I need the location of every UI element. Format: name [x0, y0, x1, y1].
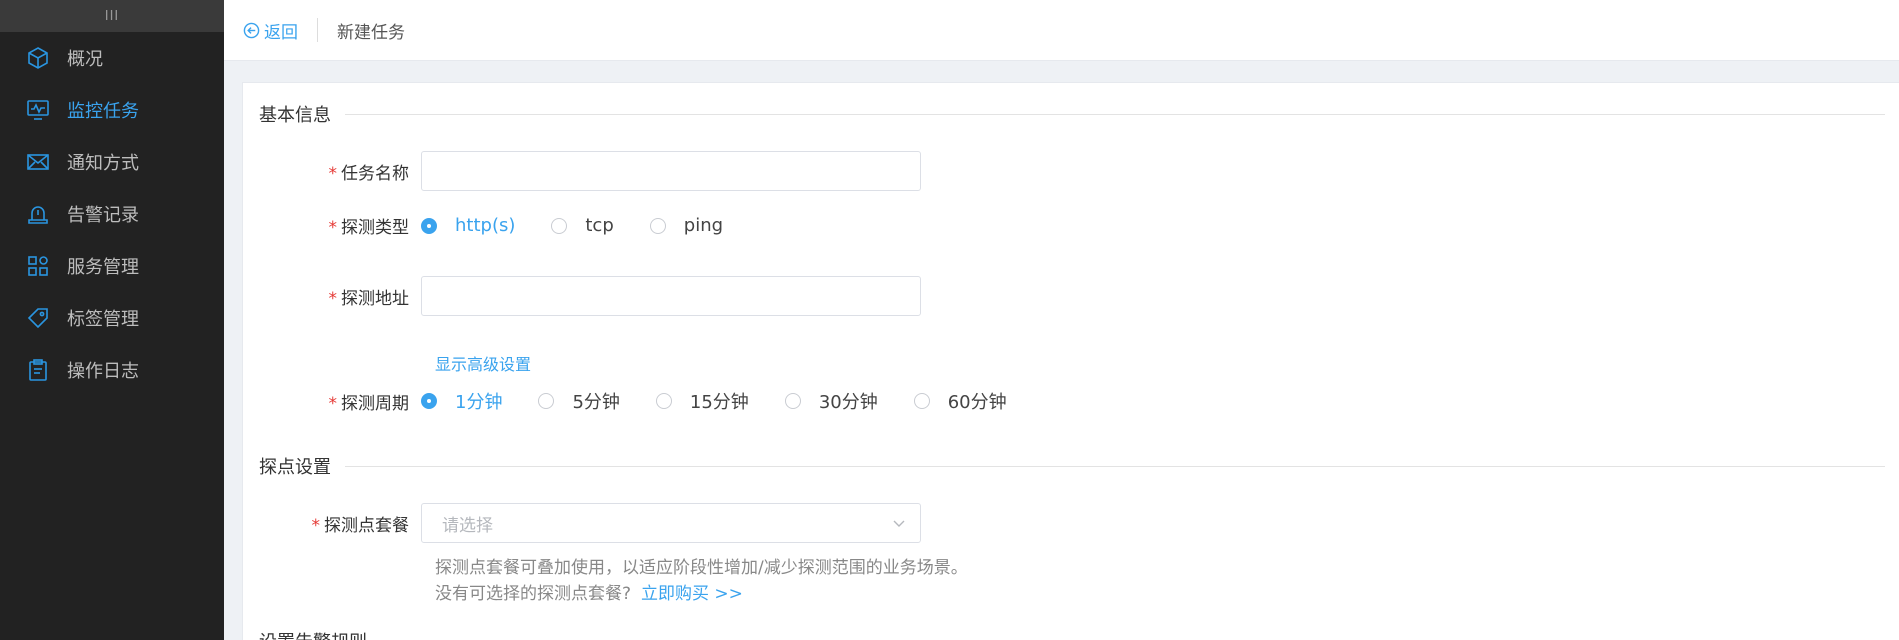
- task-name-label: * 任务名称: [328, 163, 410, 184]
- probe-type-radio-tcp[interactable]: tcp: [551, 215, 614, 236]
- probe-period-label: * 探测周期: [328, 393, 410, 414]
- top-bar: 返回 新建任务: [224, 0, 1899, 61]
- cube-icon: [25, 45, 51, 71]
- probe-type-label: * 探测类型: [328, 218, 410, 238]
- required-asterisk: *: [328, 163, 338, 184]
- topbar-divider: [317, 18, 318, 42]
- probe-package-help: 探测点套餐可叠加使用，以适应阶段性增加/减少探测范围的业务场景。: [435, 558, 968, 578]
- sidebar-item-monitor-tasks[interactable]: 监控任务: [0, 84, 224, 136]
- section-probe-settings: 探点设置: [259, 453, 1885, 479]
- tag-icon: [25, 305, 51, 331]
- section-divider: [345, 465, 1885, 467]
- sidebar-item-overview[interactable]: 概况: [0, 32, 224, 84]
- section-basic-info: 基本信息: [259, 101, 1885, 127]
- required-asterisk: *: [328, 393, 338, 414]
- probe-period-radio-5min[interactable]: 5分钟: [538, 388, 620, 414]
- probe-period-row: * 探测周期 1分钟 5分钟 15分钟 30分钟 60分钟: [243, 388, 1043, 414]
- back-label: 返回: [264, 22, 298, 43]
- section-divider: [345, 113, 1885, 115]
- sidebar-item-alarm-records[interactable]: 告警记录: [0, 188, 224, 240]
- section-title: 设置告警规则: [259, 628, 367, 640]
- probe-period-radio-30min[interactable]: 30分钟: [784, 388, 878, 414]
- probe-address-row: * 探测地址: [243, 276, 921, 316]
- sidebar-item-label: 告警记录: [67, 205, 139, 226]
- required-asterisk: *: [328, 288, 338, 309]
- sidebar-item-label: 通知方式: [67, 153, 139, 174]
- probe-period-radio-group: 1分钟 5分钟 15分钟 30分钟 60分钟: [421, 388, 1043, 414]
- radio-dot: [538, 393, 555, 409]
- sidebar-item-label: 服务管理: [67, 257, 139, 278]
- chevron-down-icon: [892, 516, 906, 530]
- probe-period-radio-60min[interactable]: 60分钟: [913, 388, 1007, 414]
- sidebar-item-service-management[interactable]: 服务管理: [0, 240, 224, 292]
- buy-now-link[interactable]: 立即购买 >>: [641, 584, 743, 604]
- alarm-icon: [25, 201, 51, 227]
- probe-type-row: * 探测类型 http(s) tcp ping: [243, 213, 759, 238]
- probe-package-select[interactable]: 请选择: [421, 503, 921, 543]
- sidebar-collapse-handle[interactable]: III: [0, 0, 224, 32]
- show-advanced-settings-link[interactable]: 显示高级设置: [435, 351, 531, 375]
- page-title: 新建任务: [337, 22, 405, 43]
- radio-dot: [784, 393, 801, 409]
- back-arrow-icon: [243, 22, 264, 39]
- probe-address-input[interactable]: [421, 276, 921, 316]
- sidebar-menu: 概况 监控任务 通知方式 告警记录 服务管理 标签管理 操作日志: [0, 32, 224, 396]
- sidebar: III 概况 监控任务 通知方式 告警记录 服务管理 标签管理 操作日志: [0, 0, 224, 640]
- probe-type-radio-ping[interactable]: ping: [649, 215, 723, 236]
- form-card: 基本信息 * 任务名称 * 探测类型 http(s) tcp ping * 探测地址 …: [242, 82, 1899, 640]
- section-title: 基本信息: [259, 105, 331, 126]
- sidebar-item-label: 标签管理: [67, 309, 139, 330]
- radio-dot: [551, 217, 568, 234]
- probe-package-label: * 探测点套餐: [311, 515, 410, 536]
- radio-dot: [913, 393, 930, 409]
- sidebar-item-operation-log[interactable]: 操作日志: [0, 344, 224, 396]
- probe-period-radio-1min[interactable]: 1分钟: [421, 388, 502, 414]
- sidebar-item-notification[interactable]: 通知方式: [0, 136, 224, 188]
- back-button[interactable]: 返回: [243, 18, 298, 43]
- grid-icon: [25, 253, 51, 279]
- task-name-row: * 任务名称: [243, 151, 921, 191]
- radio-dot: [421, 393, 437, 409]
- monitor-icon: [25, 97, 51, 123]
- envelope-icon: [25, 149, 51, 175]
- sidebar-item-tag-management[interactable]: 标签管理: [0, 292, 224, 344]
- sidebar-item-label: 监控任务: [67, 101, 139, 122]
- radio-dot: [655, 393, 672, 409]
- section-title: 探点设置: [259, 457, 331, 478]
- sidebar-item-label: 概况: [67, 49, 103, 70]
- probe-address-label: * 探测地址: [328, 288, 410, 309]
- clipboard-icon: [25, 357, 51, 383]
- task-name-input[interactable]: [421, 151, 921, 191]
- required-asterisk: *: [328, 218, 338, 238]
- probe-package-row: * 探测点套餐 请选择: [243, 503, 921, 543]
- select-placeholder: 请选择: [442, 515, 493, 536]
- no-package-hint: 没有可选择的探测点套餐? 立即购买 >>: [435, 584, 743, 604]
- probe-type-radio-https[interactable]: http(s): [421, 215, 515, 236]
- advanced-settings-row: 显示高级设置: [435, 351, 531, 375]
- sidebar-item-label: 操作日志: [67, 361, 139, 382]
- radio-dot: [649, 217, 666, 234]
- section-alarm-rules: 设置告警规则: [259, 628, 1885, 640]
- probe-period-radio-15min[interactable]: 15分钟: [655, 388, 749, 414]
- radio-dot: [421, 217, 437, 234]
- probe-type-radio-group: http(s) tcp ping: [421, 215, 759, 236]
- required-asterisk: *: [311, 515, 321, 536]
